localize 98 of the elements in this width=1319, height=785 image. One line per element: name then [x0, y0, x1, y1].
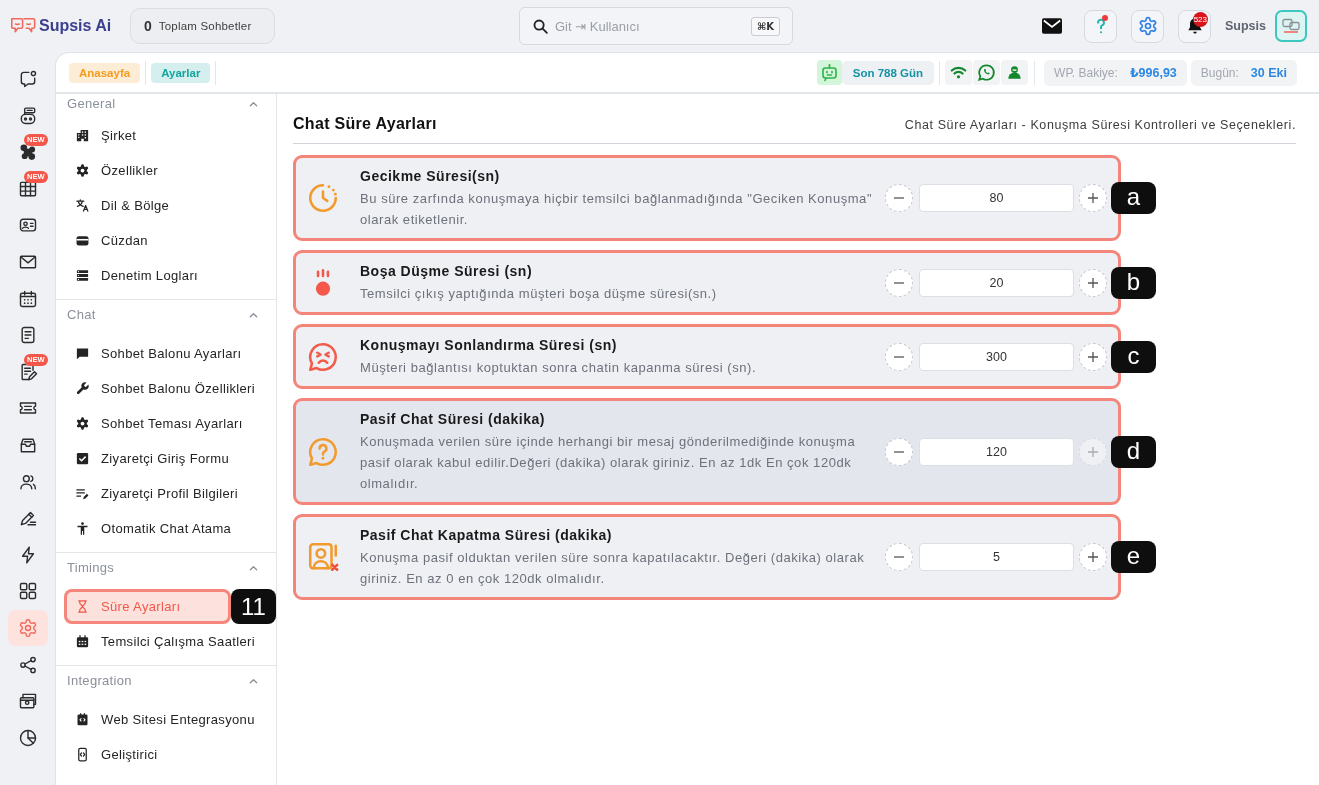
clock-icon	[306, 181, 340, 215]
edit-lines-icon	[75, 486, 90, 501]
plan-days-badge: Son 788 Gün	[841, 60, 935, 85]
decrement-button[interactable]	[885, 543, 913, 571]
list-icon	[75, 268, 90, 283]
avatar-icon	[1281, 18, 1301, 34]
setting-title: Pasif Chat Kapatma Süresi (dakika)	[360, 526, 613, 545]
number-input[interactable]: 300	[919, 342, 1074, 371]
share-icon	[17, 654, 38, 675]
callout-label: d	[1111, 435, 1156, 468]
settings-icon	[17, 617, 38, 638]
balance-label: WP. Bakiye:	[1054, 65, 1118, 80]
plus-icon	[1087, 276, 1099, 289]
translate-icon	[75, 198, 90, 213]
notification-count-badge: 523	[1192, 11, 1208, 27]
increment-button[interactable]	[1079, 268, 1107, 297]
chat-bubble-icon	[75, 346, 90, 361]
settings-icon	[1137, 16, 1158, 36]
page-title: Chat Süre Ayarları	[293, 114, 437, 134]
number-input[interactable]: 80	[919, 184, 1074, 212]
setting-description: Konuşmada verilen süre içinde herhangi bir mesaj gönderilmediğinde konuşma pasif olarak kabul edilir.Değeri (dakika) olarak giriniz. En az 1dk En çok 120dk olmalıdır.	[360, 433, 857, 493]
number-input[interactable]: 5	[919, 543, 1074, 571]
setting-title: Gecikme Süresi(sn)	[360, 167, 501, 186]
chat-phone-icon[interactable]	[973, 60, 1001, 85]
notifications-button[interactable]: 523	[1178, 9, 1211, 43]
callout-label: c	[1111, 340, 1156, 373]
plus-icon	[1087, 551, 1099, 563]
sidebar-item[interactable]: Otomatik Chat Atama	[64, 511, 268, 546]
date-label: Bugün:	[1200, 65, 1239, 80]
sidebar-item[interactable]: Şirket	[64, 118, 268, 153]
setting-description: Müşteri bağlantısı koptuktan sonra chatin kapanma süresi (sn).	[360, 359, 758, 377]
setting-title: Konuşmayı Sonlandırma Süresi (sn)	[360, 336, 618, 355]
robot-icon	[816, 60, 842, 85]
sidebar-item[interactable]: Sohbet Balonu Özellikleri	[64, 371, 268, 406]
chat-count-value: 0	[144, 18, 152, 34]
callout-label: 11	[231, 589, 276, 624]
page-subtitle: Chat Süre Ayarları - Konuşma Süresi Kontrolleri ve Seçenekleri.	[904, 118, 1296, 132]
chat-count-label: Toplam Sohbetler	[158, 20, 252, 32]
person-icon	[75, 521, 90, 536]
callout-label: e	[1111, 541, 1156, 573]
setting-description: Konuşma pasif olduktan verilen süre sonra kapatılacaktır. Değeri (dakika) olarak giriniz. En az 0 en çok 120dk olmalıdır.	[360, 549, 866, 588]
wifi-icon[interactable]	[945, 60, 973, 85]
search-bar[interactable]: Git ⇥ Kullanıcı ⌘K	[519, 7, 793, 45]
plus-icon	[1087, 350, 1099, 363]
calendar-icon	[17, 288, 38, 309]
increment-button[interactable]	[1079, 184, 1107, 212]
search-input[interactable]: Git ⇥ Kullanıcı	[555, 18, 751, 34]
plus-icon	[1087, 192, 1099, 204]
setting-description: Bu süre zarfında konuşmaya hiçbir temsilci bağlanmadığında "Geciken Konuşma" olarak etiketlenir.	[360, 190, 874, 229]
sidebar-item[interactable]: Web Sitesi Entegrasyonu	[64, 702, 268, 737]
code-icon	[75, 712, 90, 727]
user-name: Supsis	[1225, 19, 1266, 33]
sidebar-item[interactable]: Sohbet Teması Ayarları	[64, 406, 268, 441]
plus-icon	[1087, 445, 1099, 458]
sidebar-item[interactable]: Sohbet Balonu Ayarları	[64, 336, 268, 371]
decrement-button[interactable]	[885, 437, 913, 466]
decrement-button[interactable]	[885, 342, 913, 371]
sidebar-item[interactable]: Denetim Logları	[64, 258, 268, 293]
person-icon[interactable]	[1001, 60, 1029, 85]
person-x-icon	[306, 540, 340, 574]
wallet-icon	[75, 233, 90, 248]
setting-title: Boşa Düşme Süresi (sn)	[360, 262, 534, 281]
hourglass-icon	[75, 599, 90, 614]
increment-button[interactable]	[1079, 543, 1107, 571]
sidebar-item[interactable]: Ziyaretçi Profil Bilgileri	[64, 476, 268, 511]
wrench-icon	[75, 381, 90, 396]
decrement-button[interactable]	[885, 268, 913, 297]
help-button[interactable]	[1084, 9, 1117, 43]
setting-title: Pasif Chat Süresi (dakika)	[360, 410, 546, 429]
number-input[interactable]: 120	[919, 437, 1074, 466]
setting-description: Temsilci çıkış yaptığında müşteri boşa düşme süresi(sn.)	[360, 285, 718, 303]
settings-button[interactable]	[1131, 9, 1164, 43]
sidebar-item[interactable]: Cüzdan	[64, 223, 268, 258]
sidebar-item[interactable]: Dil & Bölge	[64, 188, 268, 223]
date-value: 30 Eki	[1250, 65, 1287, 80]
pie-chart-icon	[17, 727, 38, 748]
sidebar-item[interactable]: Ziyaretçi Giriş Formu	[64, 441, 268, 476]
building-icon	[75, 128, 90, 143]
number-input[interactable]: 20	[919, 268, 1074, 297]
logo-text: Supsis Ai	[39, 17, 112, 35]
decrement-button[interactable]	[885, 184, 913, 212]
callout-label: b	[1111, 266, 1156, 299]
sidebar-item[interactable]: Temsilci Çalışma Saatleri	[64, 624, 268, 659]
increment-button[interactable]	[1079, 342, 1107, 371]
balance-value: ₺996,93	[1129, 65, 1177, 80]
grid-icon	[17, 581, 38, 602]
search-icon	[532, 17, 549, 35]
calendar-icon	[75, 634, 90, 649]
avatar-button[interactable]	[1275, 10, 1307, 42]
sidebar-item[interactable]: Özellikler	[64, 153, 268, 188]
callout-label: a	[1111, 182, 1156, 214]
mail-icon[interactable]	[1042, 18, 1062, 34]
shortcut-key: ⌘K	[750, 16, 780, 36]
gear-icon	[75, 416, 90, 431]
checkbox-icon	[75, 451, 90, 466]
gear-icon	[75, 163, 90, 178]
sidebar-item[interactable]: Geliştirici	[64, 737, 268, 772]
code-phone-icon	[75, 747, 90, 762]
